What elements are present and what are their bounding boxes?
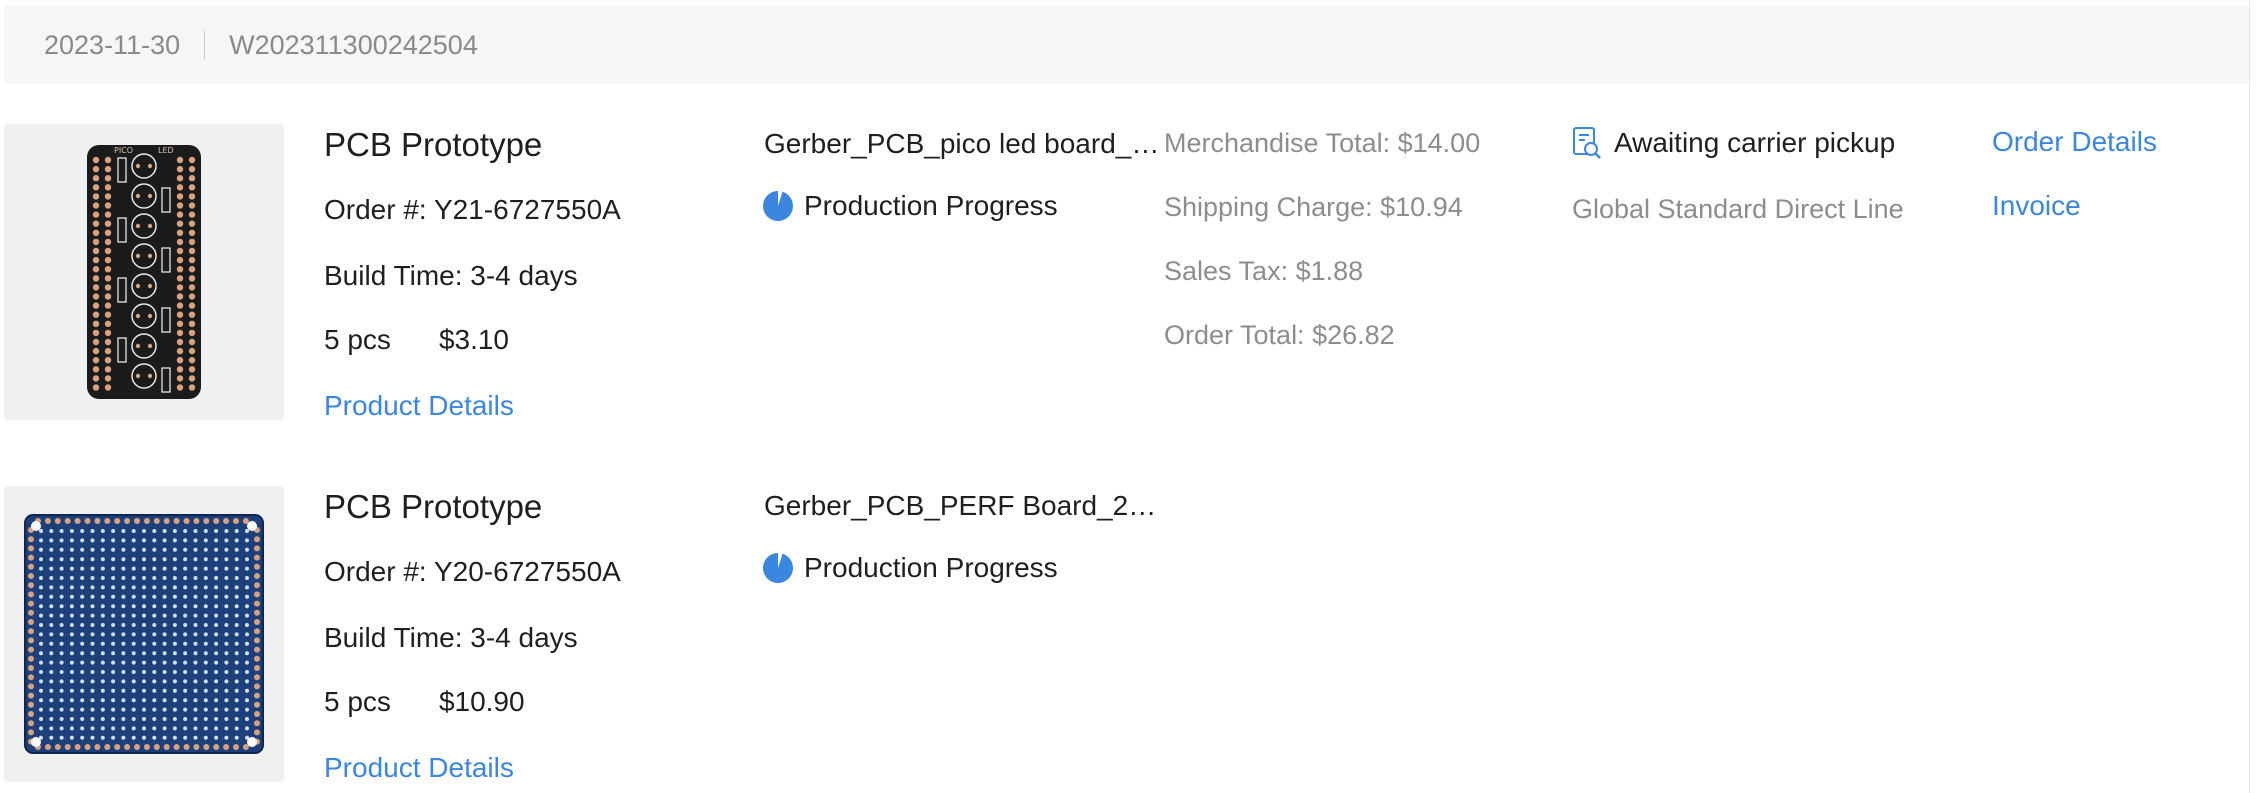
svg-text:LED: LED (158, 146, 174, 155)
order-status: Awaiting carrier pickup (1572, 126, 1895, 160)
quantity: 5 pcs (324, 686, 391, 717)
invoice-link[interactable]: Invoice (1992, 190, 2081, 222)
product-row: PICO LED PCB Prototype Order #: Y21-6727… (0, 124, 2250, 454)
unit-price: $10.90 (438, 686, 525, 717)
quantity: 5 pcs (324, 324, 391, 355)
gerber-file-name: Gerber_PCB_PERF Board_20… (764, 490, 1160, 521)
qty-price: 5 pcs $3.10 (324, 324, 509, 356)
production-progress-link[interactable]: Production Progress (762, 190, 1058, 222)
order-no-value: Y20-6727550A (433, 556, 621, 587)
gerber-file-name: Gerber_PCB_pico led board_… (764, 128, 1160, 159)
header-divider (204, 31, 206, 59)
shipping-method: Global Standard Direct Line (1572, 194, 1904, 224)
qty-price: 5 pcs $10.90 (324, 686, 525, 718)
order-total: Order Total: $26.82 (1164, 320, 1395, 350)
order-no-line: Order #: Y21-6727550A (324, 194, 621, 226)
pcb-pico-led-board-image: PICO LED (87, 145, 201, 399)
merchandise-total: Merchandise Total: $14.00 (1164, 128, 1481, 158)
build-time: Build Time: 3-4 days (324, 260, 578, 291)
document-search-icon (1573, 127, 1601, 159)
order-header: 2023-11-30 W202311300242504 (4, 6, 2250, 84)
pie-progress-icon (763, 553, 793, 583)
product-row: PCB Prototype Order #: Y20-6727550A Buil… (0, 486, 2250, 786)
product-details-link[interactable]: Product Details (324, 390, 514, 422)
order-no-line: Order #: Y20-6727550A (324, 556, 621, 588)
pcb-perf-board-image (24, 514, 264, 754)
order-no-label: Order #: (324, 194, 427, 225)
svg-text:PICO: PICO (114, 146, 133, 155)
production-progress-label: Production Progress (804, 552, 1058, 583)
shipping-charge: Shipping Charge: $10.94 (1164, 192, 1463, 222)
product-thumbnail[interactable] (4, 486, 284, 782)
order-no-value: Y21-6727550A (433, 194, 621, 225)
status-text: Awaiting carrier pickup (1614, 127, 1896, 158)
product-thumbnail[interactable]: PICO LED (4, 124, 284, 420)
production-progress-link[interactable]: Production Progress (762, 552, 1058, 584)
product-details-link[interactable]: Product Details (324, 752, 514, 784)
order-date: 2023-11-30 (44, 29, 181, 60)
product-title: PCB Prototype (324, 126, 543, 163)
product-title: PCB Prototype (324, 488, 543, 525)
order-details-link[interactable]: Order Details (1992, 126, 2157, 158)
unit-price: $3.10 (438, 324, 510, 355)
build-time: Build Time: 3-4 days (324, 622, 578, 653)
order-no-label: Order #: (324, 556, 427, 587)
sales-tax: Sales Tax: $1.88 (1164, 256, 1364, 286)
order-number: W202311300242504 (229, 29, 478, 60)
production-progress-label: Production Progress (804, 190, 1058, 221)
pie-progress-icon (763, 191, 793, 221)
scrollbar[interactable] (2249, 0, 2268, 793)
